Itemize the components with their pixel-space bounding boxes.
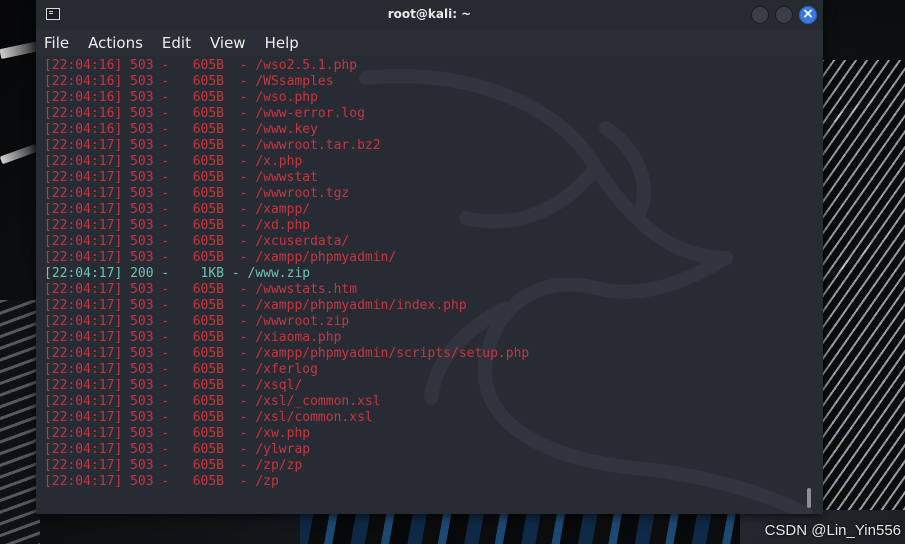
output-line: [22:04:17] 503 - 605B - /xampp/ [44, 202, 311, 217]
output-line: [22:04:17] 503 - 605B - /xampp/phpmyadmi… [44, 250, 397, 265]
menu-help[interactable]: Help [263, 34, 301, 52]
output-line: [22:04:16] 503 - 605B - /wso.php [44, 90, 318, 105]
output-line: [22:04:17] 503 - 605B - /xsql/ [44, 378, 303, 393]
menu-file[interactable]: File [42, 34, 71, 52]
terminal-output-area[interactable]: [22:04:16] 503 - 605B - /wso2.5.1.php [22… [36, 58, 823, 514]
window-title: root@kali: ~ [387, 7, 472, 21]
scrollbar-thumb[interactable] [807, 488, 811, 508]
output-line: [22:04:17] 503 - 605B - /wwwroot.zip [44, 314, 350, 329]
output-line: [22:04:17] 503 - 605B - /x.php [44, 154, 303, 169]
output-line: [22:04:17] 503 - 605B - /zp [44, 474, 279, 489]
desktop-wallpaper-spikes-left [0, 300, 40, 544]
terminal-window: root@kali: ~ × File Actions Edit View He… [36, 0, 823, 514]
title-bar[interactable]: root@kali: ~ × [36, 0, 823, 30]
output-line: [22:04:17] 503 - 605B - /xampp/phpmyadmi… [44, 298, 467, 313]
output-line: [22:04:17] 503 - 605B - /ylwrap [44, 442, 311, 457]
csdn-watermark: CSDN @Lin_Yin556 [764, 522, 901, 539]
desktop-wallpaper-spikes-right [822, 60, 905, 510]
close-button[interactable]: × [799, 6, 817, 24]
output-line: [22:04:17] 503 - 605B - /xampp/phpmyadmi… [44, 346, 530, 361]
menu-edit[interactable]: Edit [160, 34, 193, 52]
menu-view[interactable]: View [208, 34, 248, 52]
desktop-wallpaper-streak [0, 40, 41, 60]
output-line: [22:04:16] 503 - 605B - /WSsamples [44, 74, 334, 89]
output-lines: [22:04:16] 503 - 605B - /wso2.5.1.php [22… [44, 58, 529, 490]
output-line: [22:04:17] 200 - 1KB - /www.zip [44, 266, 311, 281]
output-line: [22:04:16] 503 - 605B - /www.key [44, 122, 318, 137]
output-line: [22:04:17] 503 - 605B - /zp/zp [44, 458, 303, 473]
output-line: [22:04:16] 503 - 605B - /www-error.log [44, 106, 365, 121]
output-line: [22:04:17] 503 - 605B - /xw.php [44, 426, 311, 441]
output-line: [22:04:17] 503 - 605B - /xsl/common.xsl [44, 410, 373, 425]
output-line: [22:04:17] 503 - 605B - /wwwstat [44, 170, 318, 185]
output-line: [22:04:17] 503 - 605B - /xferlog [44, 362, 318, 377]
desktop-wallpaper-streak [0, 143, 39, 165]
output-line: [22:04:17] 503 - 605B - /wwwstats.htm [44, 282, 358, 297]
output-line: [22:04:17] 503 - 605B - /wwwroot.tar.bz2 [44, 138, 381, 153]
close-icon: × [802, 6, 814, 22]
menu-actions[interactable]: Actions [86, 34, 145, 52]
output-line: [22:04:16] 503 - 605B - /wso2.5.1.php [44, 58, 358, 73]
output-line: [22:04:17] 503 - 605B - /xcuserdata/ [44, 234, 350, 249]
maximize-button[interactable] [775, 6, 793, 24]
output-line: [22:04:17] 503 - 605B - /xd.php [44, 218, 311, 233]
output-line: [22:04:17] 503 - 605B - /xiaoma.php [44, 330, 342, 345]
menu-bar: File Actions Edit View Help [36, 30, 823, 56]
output-line: [22:04:17] 503 - 605B - /wwwroot.tgz [44, 186, 350, 201]
minimize-button[interactable] [751, 6, 769, 24]
output-line: [22:04:17] 503 - 605B - /xsl/_common.xsl [44, 394, 381, 409]
